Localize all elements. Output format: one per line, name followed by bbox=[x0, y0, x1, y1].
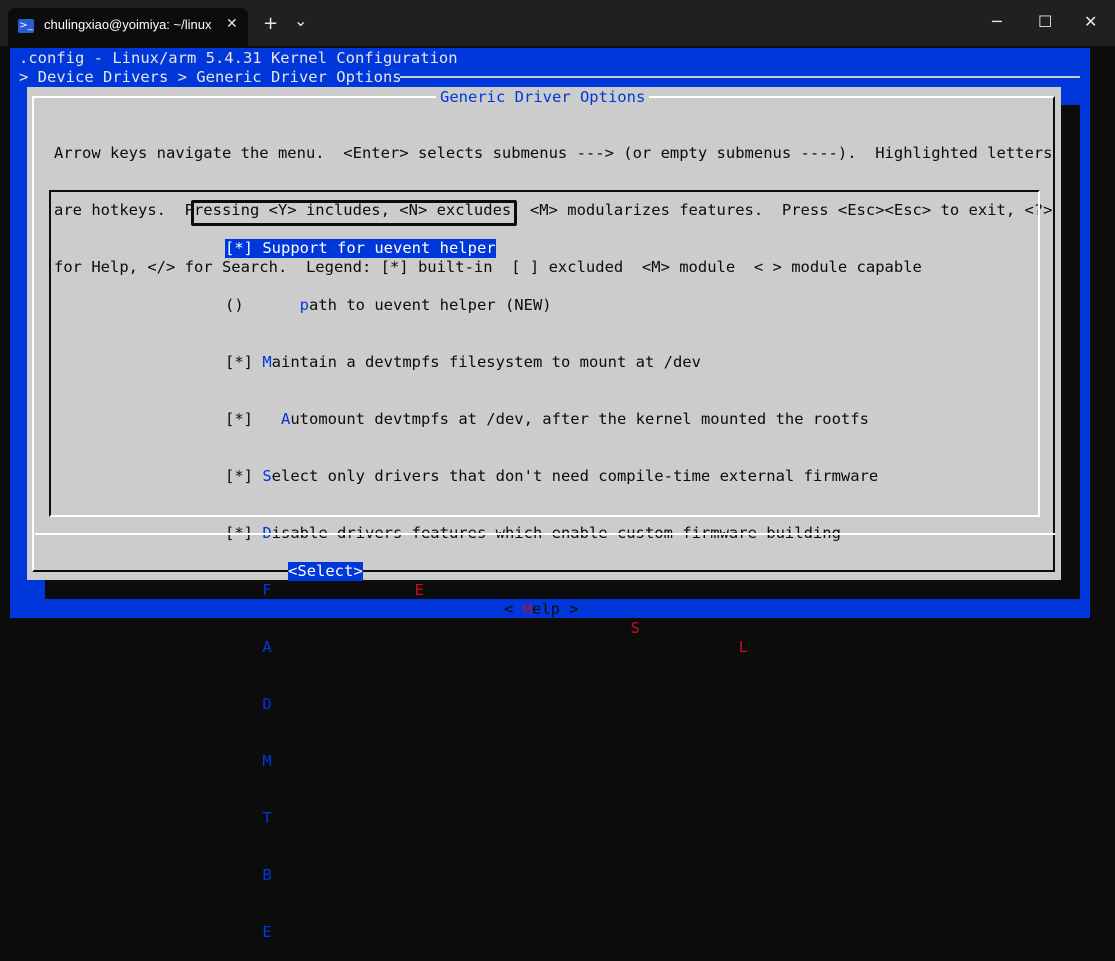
menu-item-uevent-helper-path[interactable]: () path to uevent helper (NEW) bbox=[225, 296, 878, 315]
maximize-icon[interactable]: ☐ bbox=[1038, 12, 1052, 31]
btn-hotkey: L bbox=[738, 638, 749, 656]
btn-hotkey: S bbox=[630, 619, 641, 637]
btn-label: ave > bbox=[640, 619, 687, 637]
menu-item-uevent-helper[interactable]: [*] Support for uevent helper bbox=[225, 239, 496, 258]
btn-bracket: < bbox=[504, 600, 523, 618]
item-state: [*] bbox=[225, 353, 263, 371]
btn-label: oad > bbox=[748, 638, 795, 656]
item-hotkey: S bbox=[262, 239, 272, 257]
item-label: llow device coredump bbox=[271, 638, 459, 656]
item-label: utomount devtmpfs at /dev, after the ker… bbox=[290, 410, 869, 428]
item-state: [*] bbox=[225, 638, 263, 656]
close-window-icon[interactable]: ✕ bbox=[1084, 12, 1097, 31]
breadcrumb-rule bbox=[400, 76, 1080, 78]
annotation-highlight-box bbox=[191, 200, 517, 226]
btn-bracket: < bbox=[288, 562, 298, 580]
item-state: [*] bbox=[225, 410, 281, 428]
breadcrumb: > Device Drivers > Generic Driver Option… bbox=[19, 68, 421, 86]
item-state: () bbox=[225, 296, 300, 314]
item-state: < > bbox=[225, 866, 263, 884]
help-line: Arrow keys navigate the menu. <Enter> se… bbox=[54, 144, 1053, 162]
menu-item-no-external-firmware[interactable]: [*] Select only drivers that don't need … bbox=[225, 467, 878, 486]
btn-bracket: < bbox=[720, 638, 739, 656]
btn-bracket: < bbox=[396, 581, 415, 599]
menu-list: [*] Support for uevent helper () path to… bbox=[225, 201, 878, 961]
item-hotkey: B bbox=[262, 866, 272, 884]
terminal-tab[interactable]: >_ chulingxiao@yoimiya: ~/linux ✕ bbox=[8, 8, 248, 46]
menu-item-test-remove-calls[interactable]: [ ] Test driver remove calls during prob… bbox=[225, 809, 878, 828]
btn-label: xit > bbox=[424, 581, 471, 599]
item-label: elect only drivers that don't need compi… bbox=[271, 467, 879, 485]
button-divider bbox=[35, 533, 1055, 535]
tab-title: chulingxiao@yoimiya: ~/linux bbox=[44, 17, 212, 32]
btn-bracket: < bbox=[612, 619, 631, 637]
tab-close-icon[interactable]: ✕ bbox=[226, 16, 238, 32]
item-label: nable verbose DMA_FENCE_TRACE messages bbox=[271, 923, 627, 941]
window-titlebar: >_ chulingxiao@yoimiya: ~/linux ✕ + ⌄ ─ … bbox=[0, 0, 1115, 46]
item-hotkey: S bbox=[262, 467, 272, 485]
menu-item-devtmpfs[interactable]: [*] Maintain a devtmpfs filesystem to mo… bbox=[225, 353, 878, 372]
save-button[interactable]: < Save > bbox=[612, 619, 687, 638]
item-hotkey: D bbox=[262, 695, 272, 713]
item-label: uild kernel module to test asynchronous … bbox=[271, 866, 776, 884]
help-button[interactable]: < Help > bbox=[504, 600, 579, 619]
select-button[interactable]: <Select> bbox=[288, 562, 363, 581]
item-state: [ ] bbox=[225, 695, 263, 713]
item-hotkey: T bbox=[262, 809, 272, 827]
button-bar: <Select> < Exit > < Help > < Save > < Lo… bbox=[0, 543, 1115, 656]
menu-item-dma-fence-trace[interactable]: [ ] Enable verbose DMA_FENCE_TRACE messa… bbox=[225, 923, 878, 942]
btn-label: elect> bbox=[306, 562, 363, 580]
item-state: [ ] bbox=[225, 752, 263, 770]
item-label: anaged device resources verbose debug me… bbox=[271, 752, 701, 770]
tab-dropdown-icon[interactable]: ⌄ bbox=[294, 11, 307, 30]
new-tab-icon[interactable]: + bbox=[263, 13, 278, 34]
item-hotkey: F bbox=[262, 581, 272, 599]
load-button[interactable]: < Load > bbox=[720, 638, 795, 657]
item-state: [ ] bbox=[225, 809, 263, 827]
config-title: .config - Linux/arm 5.4.31 Kernel Config… bbox=[19, 49, 458, 67]
item-hotkey: A bbox=[281, 410, 291, 428]
item-hotkey: M bbox=[262, 353, 272, 371]
menu-item-driver-core-debug[interactable]: [ ] Driver Core verbose debug messages bbox=[225, 695, 878, 714]
item-state: [*] bbox=[225, 467, 263, 485]
item-label: aintain a devtmpfs filesystem to mount a… bbox=[271, 353, 701, 371]
btn-hotkey: H bbox=[522, 600, 533, 618]
item-hotkey: p bbox=[299, 296, 309, 314]
item-label: ath to uevent helper (NEW) bbox=[309, 296, 552, 314]
item-label: est driver remove calls during probe (UN… bbox=[271, 809, 711, 827]
powershell-icon: >_ bbox=[18, 19, 34, 33]
menu-item-automount-devtmpfs[interactable]: [*] Automount devtmpfs at /dev, after th… bbox=[225, 410, 878, 429]
menu-item-firmware-loader[interactable]: Firmware loader ---> bbox=[225, 581, 878, 600]
item-hotkey: E bbox=[262, 923, 272, 941]
item-state: [ ] bbox=[225, 923, 263, 941]
item-state bbox=[225, 581, 262, 599]
item-label: river Core verbose debug messages bbox=[271, 695, 580, 713]
dialog-title: Generic Driver Options bbox=[436, 88, 650, 107]
item-label: upport for uevent helper bbox=[271, 239, 496, 257]
btn-label: elp > bbox=[532, 600, 579, 618]
menu-item-async-probe-test[interactable]: < > Build kernel module to test asynchro… bbox=[225, 866, 878, 885]
dialog-shadow-right bbox=[1061, 105, 1080, 598]
item-state: [*] bbox=[225, 239, 263, 257]
exit-button[interactable]: < Exit > bbox=[396, 581, 471, 600]
btn-hotkey: S bbox=[297, 562, 307, 580]
menu-row: [*] Support for uevent helper bbox=[225, 239, 878, 258]
minimize-icon[interactable]: ─ bbox=[992, 12, 1002, 31]
item-hotkey: M bbox=[262, 752, 272, 770]
btn-hotkey: E bbox=[414, 581, 425, 599]
menu-item-devres-debug[interactable]: [ ] Managed device resources verbose deb… bbox=[225, 752, 878, 771]
item-hotkey: A bbox=[262, 638, 272, 656]
